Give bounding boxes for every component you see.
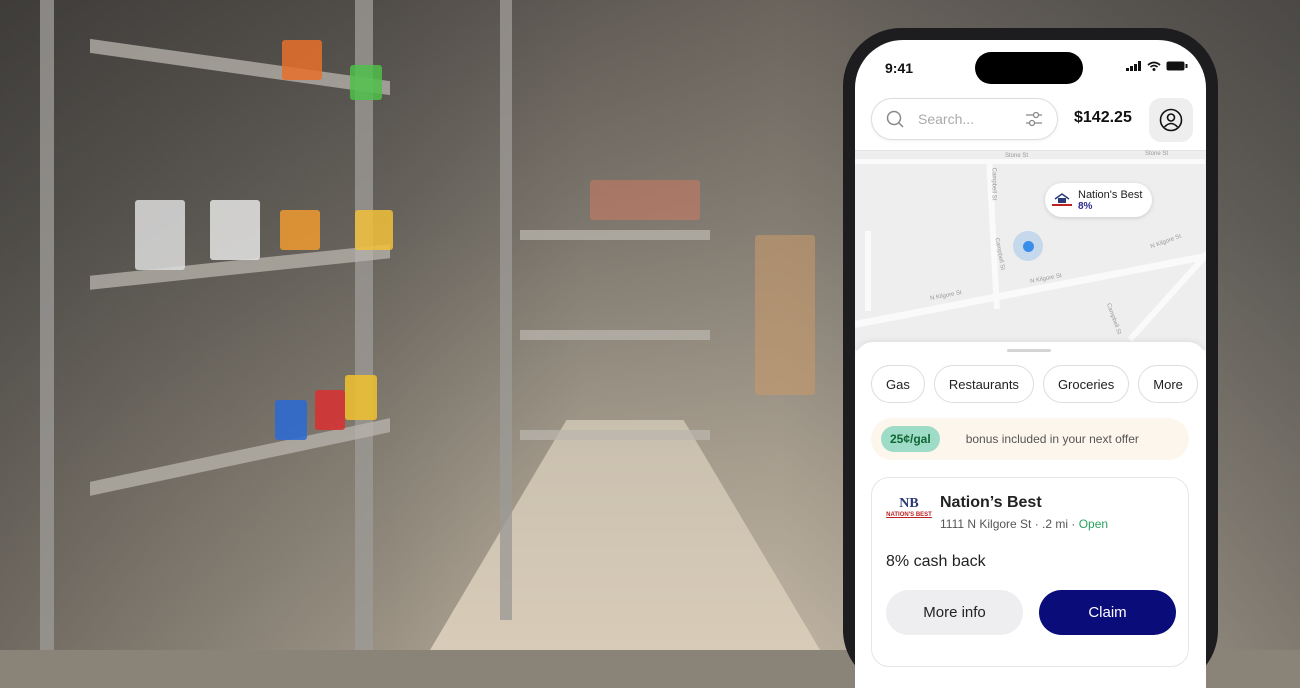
product-bin [275,400,307,440]
user-icon [1159,108,1183,132]
logo-mark: NB [899,496,919,511]
product-bin [210,200,260,260]
road [865,231,871,311]
street-label: Campbell St [990,167,997,201]
shelf [520,330,710,340]
map-pin-nations-best[interactable]: Nation's Best 8% [1045,183,1153,217]
product-bin [355,210,393,250]
sheet-handle[interactable] [1007,349,1051,352]
chip-more[interactable]: More [1138,365,1198,403]
street-label: N Kilgore St [1149,233,1183,251]
search-icon [886,110,904,128]
shelf [520,230,710,240]
product-bin [135,200,185,270]
bonus-badge: 25¢/gal [881,426,940,452]
product-bin [280,210,320,250]
logo-caption: NATION'S BEST [886,512,932,518]
profile-button[interactable] [1149,98,1193,142]
current-location-marker [1013,231,1043,261]
search-input[interactable]: Search... [871,98,1058,140]
store-address: 1111 N Kilgore St · .2 mi · Open [940,517,1108,531]
boxes [755,235,815,395]
bottom-sheet: Gas Restaurants Groceries More 25¢/gal b… [855,342,1206,688]
product-bin [350,65,382,100]
street-label: Stone St [1005,153,1029,159]
store-logo-icon [1052,193,1072,206]
signal-icon [1126,61,1141,71]
street-label: Campbell St [1104,302,1122,336]
shelf-post [40,0,54,650]
filter-icon[interactable] [1025,111,1043,127]
product-bin [315,390,345,430]
bonus-banner: 25¢/gal bonus included in your next offe… [871,418,1189,460]
street-label: Stone St [1145,151,1169,157]
more-info-button[interactable]: More info [886,590,1023,635]
shelf [520,430,710,440]
open-status: Open [1078,517,1109,531]
cashback-text: 8% cash back [886,553,986,570]
pin-percent: 8% [1078,200,1093,212]
product-bin [282,40,322,80]
road [855,159,1205,164]
battery-icon [1166,61,1188,71]
address-text: 1111 N Kilgore St · .2 mi · [940,517,1079,531]
chip-restaurants[interactable]: Restaurants [933,365,1034,403]
product-bin [345,375,377,420]
chip-groceries[interactable]: Groceries [1042,365,1130,403]
status-icons [1126,61,1188,71]
store-logo: NB NATION'S BEST [884,496,934,528]
bonus-text: bonus included in your next offer [965,432,1139,446]
phone-mockup: 9:41 Search... $142.25 Stone St Stone St… [843,28,1218,688]
balance: $142.25 [1074,109,1132,126]
product-bin [590,180,700,220]
status-time: 9:41 [885,60,914,76]
search-placeholder: Search... [918,111,975,127]
store-name: Nation’s Best [940,494,1042,511]
chip-gas[interactable]: Gas [871,365,925,403]
map[interactable]: Stone St Stone St Campbell St Campbell S… [855,150,1206,350]
category-chips: Gas Restaurants Groceries More [871,365,1198,403]
wifi-icon [1147,61,1161,71]
dynamic-island [975,52,1083,84]
pin-name: Nation's Best [1078,188,1143,201]
phone-screen: 9:41 Search... $142.25 Stone St Stone St… [855,40,1206,688]
claim-button[interactable]: Claim [1039,590,1176,635]
shelf-post [500,0,512,620]
offer-card[interactable]: NB NATION'S BEST Nation’s Best 1111 N Ki… [871,477,1189,667]
